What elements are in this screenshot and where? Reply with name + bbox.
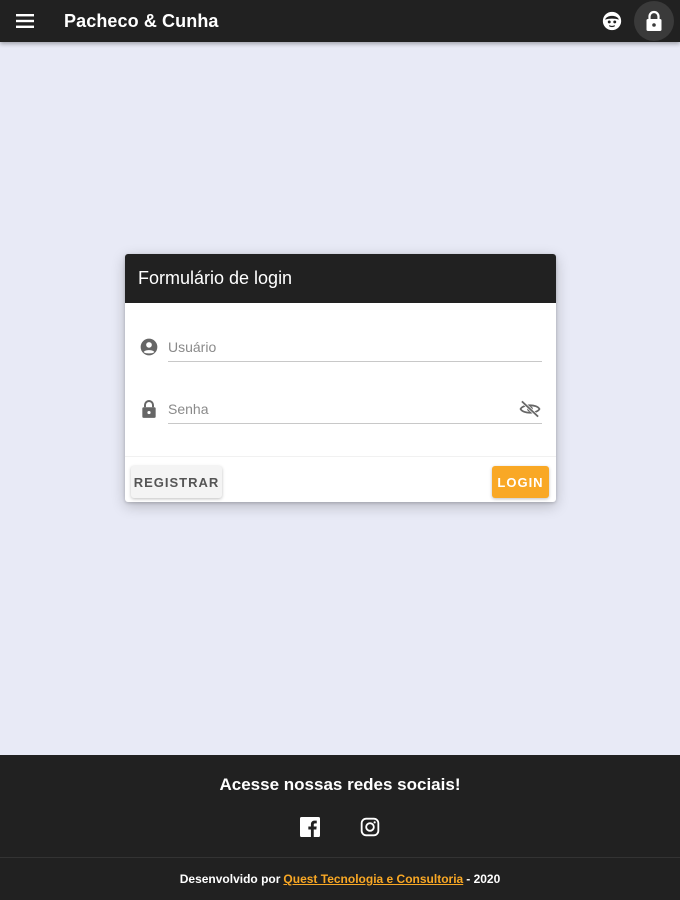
menu-button[interactable] (0, 0, 50, 42)
account-button[interactable] (592, 1, 632, 41)
login-card-title: Formulário de login (125, 254, 556, 303)
app-bar: Pacheco & Cunha (0, 0, 680, 42)
eye-off-icon[interactable] (518, 398, 542, 420)
app-title: Pacheco & Cunha (64, 10, 219, 31)
instagram-icon (360, 817, 380, 837)
footer-credits: Desenvolvido por Quest Tecnologia e Cons… (0, 857, 680, 900)
username-input[interactable] (168, 332, 542, 362)
facebook-icon (300, 817, 320, 837)
password-lock-icon (138, 398, 160, 420)
credit-link[interactable]: Quest Tecnologia e Consultoria (283, 872, 463, 886)
footer-title: Acesse nossas redes sociais! (219, 775, 461, 794)
appbar-actions (592, 0, 674, 42)
login-button[interactable]: LOGIN (492, 466, 549, 498)
lock-button[interactable] (634, 1, 674, 41)
credit-suffix: - 2020 (466, 872, 501, 886)
password-input[interactable] (168, 394, 542, 424)
footer: Acesse nossas redes sociais! Desenvolvid… (0, 755, 680, 900)
menu-icon (16, 14, 34, 28)
credit-prefix: Desenvolvido por (179, 872, 281, 886)
account-circle-icon (138, 336, 160, 358)
facebook-link[interactable] (298, 815, 322, 839)
instagram-link[interactable] (358, 815, 382, 839)
username-field-group (138, 322, 542, 362)
lock-icon (646, 10, 662, 31)
password-field-group (138, 384, 542, 424)
login-card-actions: REGISTRAR LOGIN (125, 456, 556, 502)
register-button[interactable]: REGISTRAR (131, 466, 222, 498)
account-face-icon (602, 11, 622, 31)
